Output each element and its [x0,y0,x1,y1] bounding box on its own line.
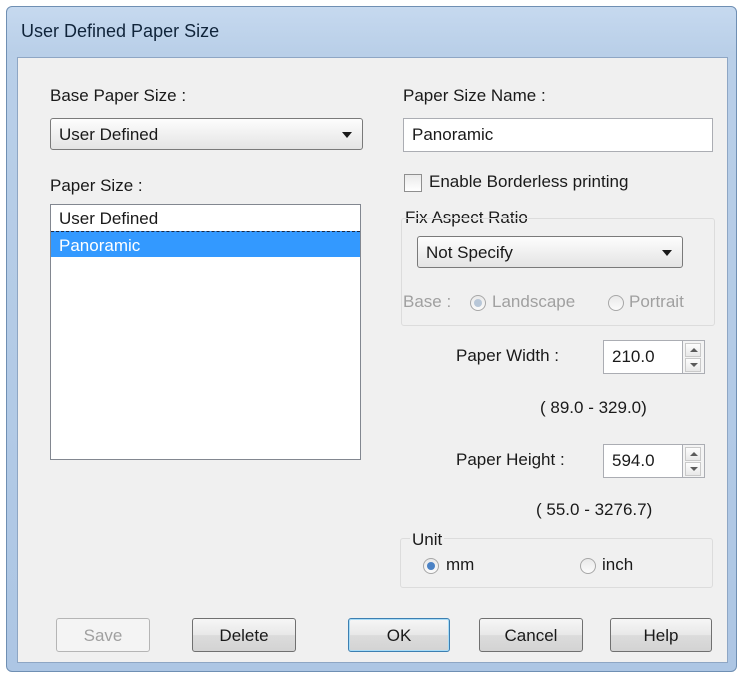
delete-button[interactable]: Delete [192,618,296,652]
unit-mm-radio[interactable] [423,558,439,574]
paper-size-name-value: Panoramic [412,125,494,144]
base-paper-size-dropdown[interactable]: User Defined [50,118,363,150]
paper-size-label: Paper Size : [50,176,143,195]
paper-height-value: 594.0 [612,451,655,470]
dialog-client-area: Base Paper Size : User Defined Paper Siz… [17,57,728,663]
paper-width-input[interactable]: 210.0 [603,340,683,374]
list-item-panoramic[interactable]: Panoramic [51,231,360,257]
paper-height-label: Paper Height : [456,450,565,469]
base-paper-size-value: User Defined [59,125,159,144]
list-item-user-defined[interactable]: User Defined [51,205,360,231]
paper-height-range: ( 55.0 - 3276.7) [536,500,653,519]
paper-width-label: Paper Width : [456,346,559,365]
paper-height-input[interactable]: 594.0 [603,444,683,478]
unit-label: Unit [410,530,445,550]
portrait-label: Portrait [629,292,684,311]
unit-mm-label: mm [446,555,475,574]
portrait-radio[interactable] [608,295,624,311]
chevron-down-icon [662,250,672,256]
paper-size-listbox[interactable]: User Defined Panoramic [50,204,361,460]
paper-width-range: ( 89.0 - 329.0) [540,398,647,417]
window-title: User Defined Paper Size [21,21,220,41]
aspect-ratio-dropdown[interactable]: Not Specify [417,236,683,268]
aspect-ratio-value: Not Specify [426,243,513,262]
landscape-label: Landscape [492,292,576,311]
unit-inch-radio[interactable] [580,558,596,574]
paper-size-name-label: Paper Size Name : [403,86,546,105]
spin-up-icon[interactable] [685,343,701,357]
spin-up-icon[interactable] [685,447,701,461]
unit-inch-label: inch [602,555,634,574]
cancel-button[interactable]: Cancel [479,618,583,652]
paper-width-value: 210.0 [612,347,655,366]
aspect-base-label: Base : [403,292,452,311]
save-button[interactable]: Save [56,618,150,652]
paper-size-name-input[interactable]: Panoramic [403,118,713,152]
spin-down-icon[interactable] [685,358,701,372]
chevron-down-icon [342,132,352,138]
dialog-window: User Defined Paper Size Base Paper Size … [6,6,737,672]
help-button[interactable]: Help [610,618,712,652]
borderless-label[interactable]: Enable Borderless printing [429,172,628,192]
base-paper-size-label: Base Paper Size : [50,86,187,105]
paper-width-spinner[interactable] [683,340,705,374]
paper-height-spinner[interactable] [683,444,705,478]
spin-down-icon[interactable] [685,462,701,476]
borderless-checkbox[interactable] [404,174,422,192]
ok-button[interactable]: OK [348,618,450,652]
landscape-radio[interactable] [470,295,486,311]
